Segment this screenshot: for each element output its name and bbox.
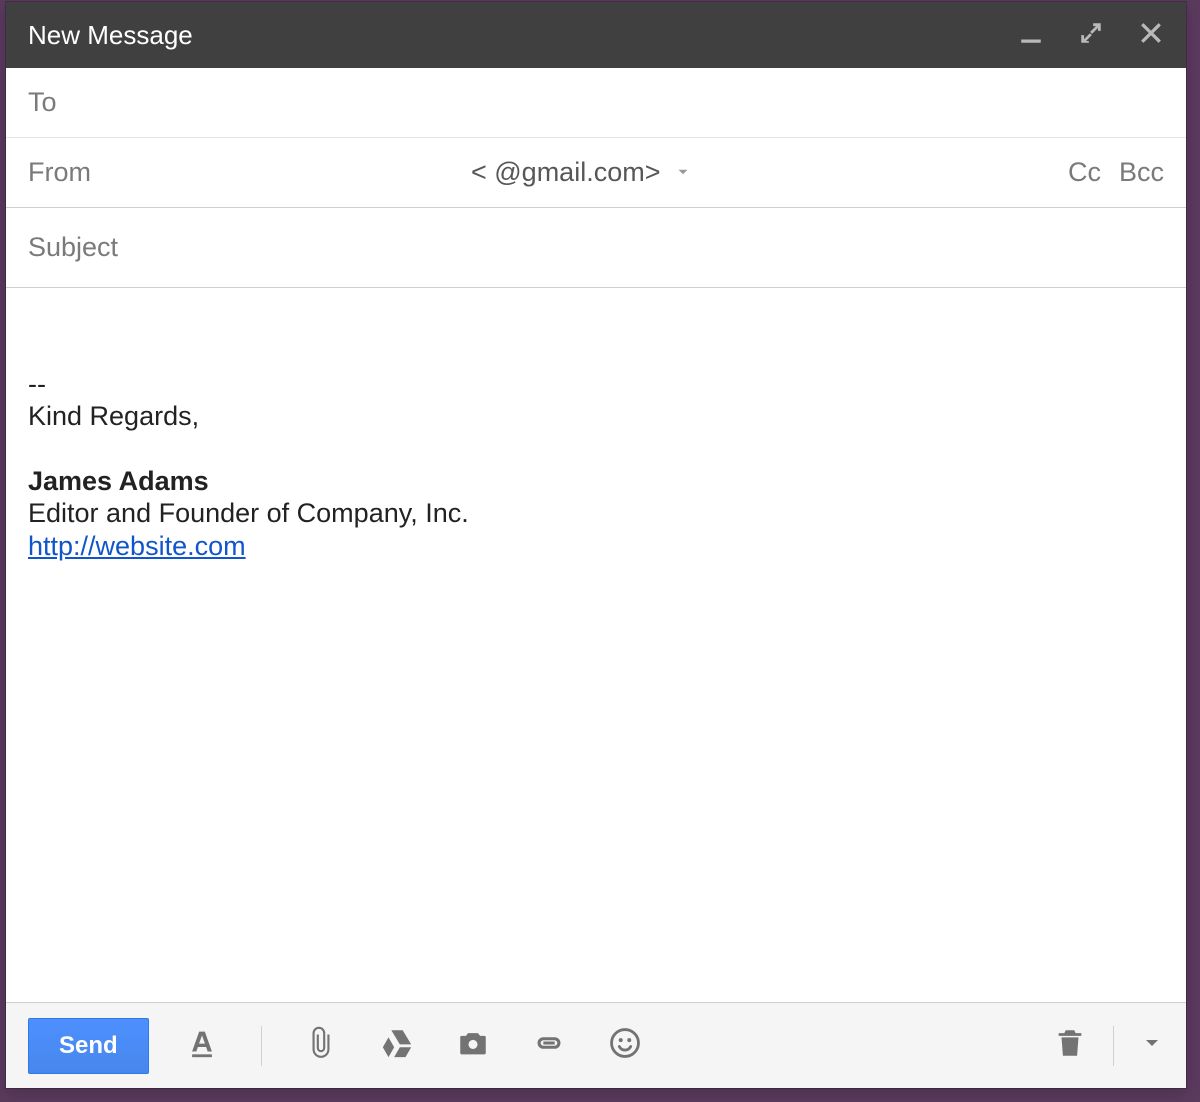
discard-draft-icon[interactable] — [1053, 1026, 1087, 1065]
signature-greeting: Kind Regards, — [28, 400, 1164, 432]
send-button[interactable]: Send — [28, 1018, 149, 1074]
from-label: From — [28, 157, 91, 188]
close-icon[interactable] — [1138, 20, 1164, 51]
from-dropdown-caret-icon[interactable] — [674, 157, 692, 188]
popout-icon[interactable] — [1078, 20, 1104, 51]
from-email[interactable]: < @gmail.com> — [471, 157, 692, 188]
subject-field-row[interactable] — [6, 208, 1186, 288]
insert-link-icon[interactable] — [532, 1026, 566, 1065]
more-options-caret-icon[interactable] — [1140, 1031, 1164, 1060]
from-email-text: < @gmail.com> — [471, 157, 660, 188]
insert-emoji-icon[interactable] — [608, 1026, 642, 1065]
minimize-icon[interactable] — [1018, 20, 1044, 51]
cc-button[interactable]: Cc — [1068, 157, 1101, 188]
bcc-button[interactable]: Bcc — [1119, 157, 1164, 188]
signature-separator: -- — [28, 368, 1164, 400]
to-label: To — [28, 87, 57, 118]
compose-footer: Send — [6, 1002, 1186, 1088]
toolbar-separator — [261, 1026, 262, 1066]
compose-body[interactable]: -- Kind Regards, James Adams Editor and … — [6, 288, 1186, 1002]
send-button-label: Send — [59, 1032, 118, 1060]
toolbar-separator — [1113, 1026, 1114, 1066]
from-field-row[interactable]: From < @gmail.com> Cc Bcc — [6, 138, 1186, 208]
header-fields: To From < @gmail.com> Cc Bcc — [6, 68, 1186, 288]
compose-header[interactable]: New Message — [6, 2, 1186, 68]
formatting-icon[interactable] — [185, 1026, 219, 1065]
signature-link[interactable]: http://website.com — [28, 531, 246, 561]
insert-photo-icon[interactable] — [456, 1026, 490, 1065]
signature-title: Editor and Founder of Company, Inc. — [28, 497, 1164, 529]
subject-input[interactable] — [28, 232, 1164, 263]
compose-window: New Message To From < — [6, 2, 1186, 1088]
signature-name: James Adams — [28, 465, 1164, 497]
to-field-row[interactable]: To — [6, 68, 1186, 138]
attach-file-icon[interactable] — [304, 1026, 338, 1065]
compose-title: New Message — [28, 20, 193, 51]
insert-drive-icon[interactable] — [380, 1026, 414, 1065]
